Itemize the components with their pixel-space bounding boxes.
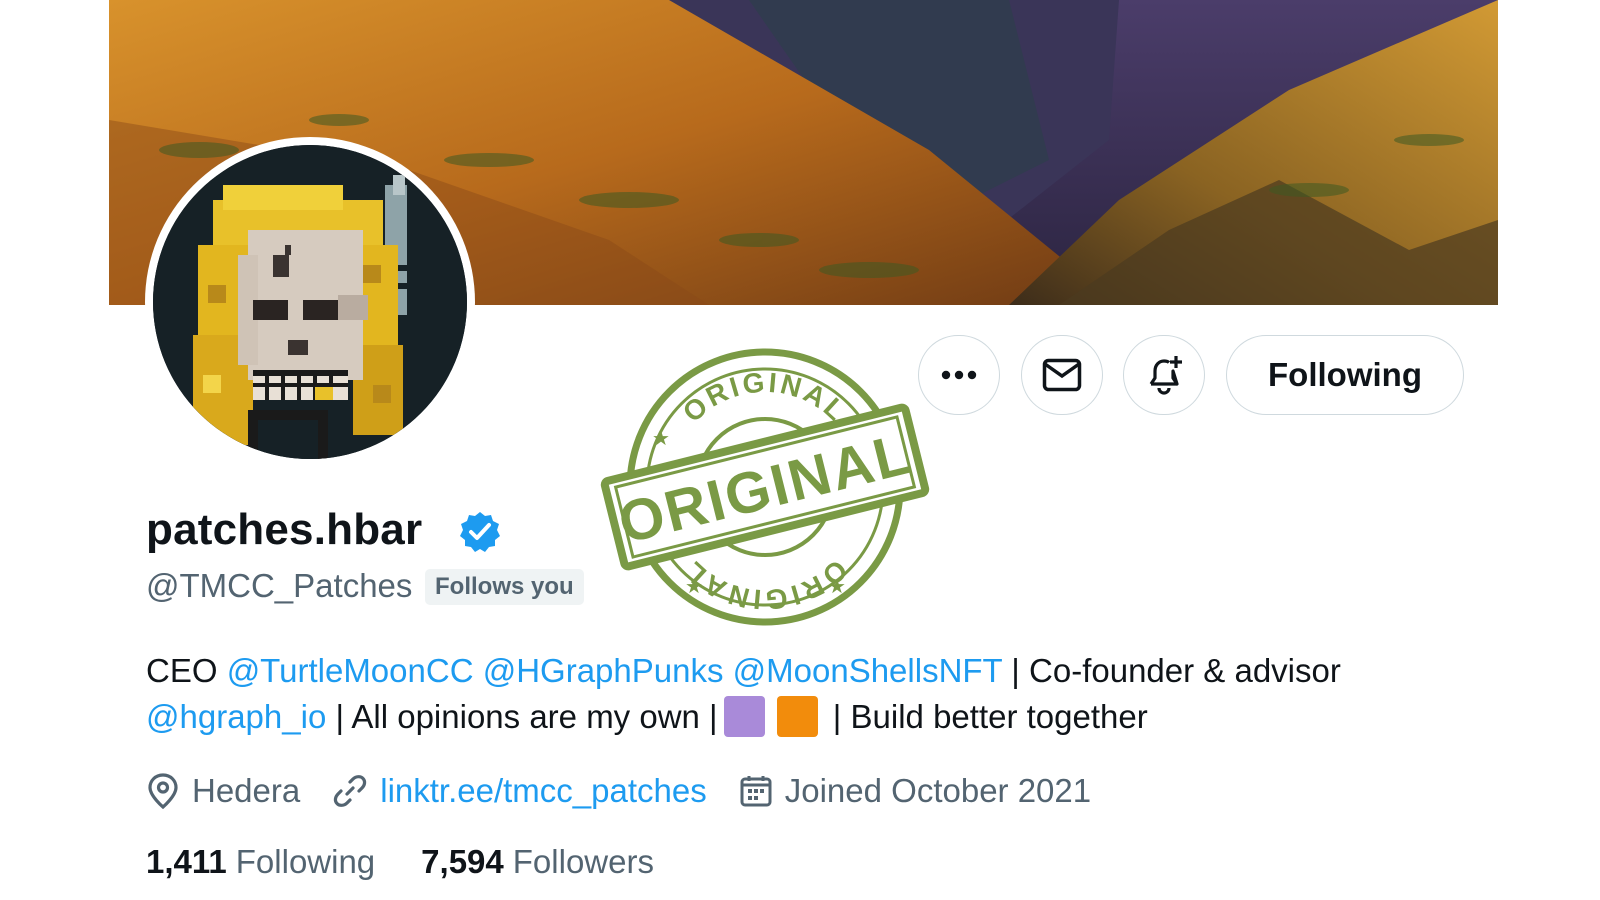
orange-square-emoji bbox=[776, 696, 818, 737]
website-link[interactable]: linktr.ee/tmcc_patches bbox=[380, 772, 707, 810]
mention-link[interactable]: @MoonShellsNFT bbox=[733, 652, 1002, 689]
following-button[interactable]: Following bbox=[1226, 335, 1464, 415]
mail-icon bbox=[1042, 358, 1082, 392]
more-options-button[interactable] bbox=[918, 335, 1000, 415]
message-button[interactable] bbox=[1021, 335, 1103, 415]
mention-link[interactable]: @hgraph_io bbox=[146, 698, 326, 735]
mention-link[interactable]: @HGraphPunks bbox=[483, 652, 724, 689]
profile-handle: @TMCC_Patches bbox=[146, 567, 413, 604]
svg-text:★: ★ bbox=[828, 574, 846, 598]
svg-text:★: ★ bbox=[685, 574, 703, 598]
location-text: Hedera bbox=[192, 772, 301, 809]
bio-text: | Build better together bbox=[823, 698, 1148, 735]
calendar-icon bbox=[740, 776, 772, 807]
profile-meta: Hedera linktr.ee/tmcc_patches Joined Oct… bbox=[146, 770, 1123, 812]
follow-stats: 1,411 Following 7,594 Followers bbox=[146, 843, 700, 881]
location-pin-icon bbox=[148, 773, 178, 810]
followers-count-link[interactable]: 7,594 Followers bbox=[421, 843, 654, 881]
joined-item: Joined October 2021 bbox=[739, 772, 1091, 810]
bell-plus-icon bbox=[1149, 356, 1182, 395]
original-stamp-watermark: ORIGINAL ORIGINAL ★ ★ ★ ★ ORIGINAL bbox=[600, 348, 930, 626]
following-count: 1,411 bbox=[146, 843, 227, 880]
notifications-button[interactable] bbox=[1123, 335, 1205, 415]
avatar-pixel-art-image bbox=[153, 145, 467, 459]
purple-square-emoji bbox=[723, 696, 765, 737]
following-label: Following bbox=[235, 843, 376, 880]
followers-label: Followers bbox=[512, 843, 654, 880]
following-count-link[interactable]: 1,411 Following bbox=[146, 843, 375, 881]
follows-you-badge: Follows you bbox=[425, 569, 584, 605]
profile-display-name: patches.hbar bbox=[146, 505, 423, 554]
bio-text: CEO bbox=[146, 652, 227, 689]
svg-text:★: ★ bbox=[652, 426, 670, 450]
mention-link[interactable]: @TurtleMoonCC bbox=[227, 652, 474, 689]
following-button-label: Following bbox=[1268, 356, 1422, 393]
profile-bio: CEO @TurtleMoonCC @HGraphPunks @MoonShel… bbox=[146, 648, 1466, 740]
joined-text: Joined October 2021 bbox=[784, 772, 1092, 809]
followers-count: 7,594 bbox=[421, 843, 504, 880]
location-item: Hedera bbox=[146, 772, 300, 810]
bio-text: | All opinions are my own | bbox=[326, 698, 718, 735]
profile-avatar[interactable] bbox=[145, 137, 475, 467]
website-item: linktr.ee/tmcc_patches bbox=[332, 772, 707, 810]
verified-badge-icon bbox=[460, 512, 500, 552]
bio-text: | Co-founder & advisor bbox=[1002, 652, 1341, 689]
more-horizontal-icon bbox=[941, 370, 977, 380]
link-icon bbox=[334, 775, 367, 807]
